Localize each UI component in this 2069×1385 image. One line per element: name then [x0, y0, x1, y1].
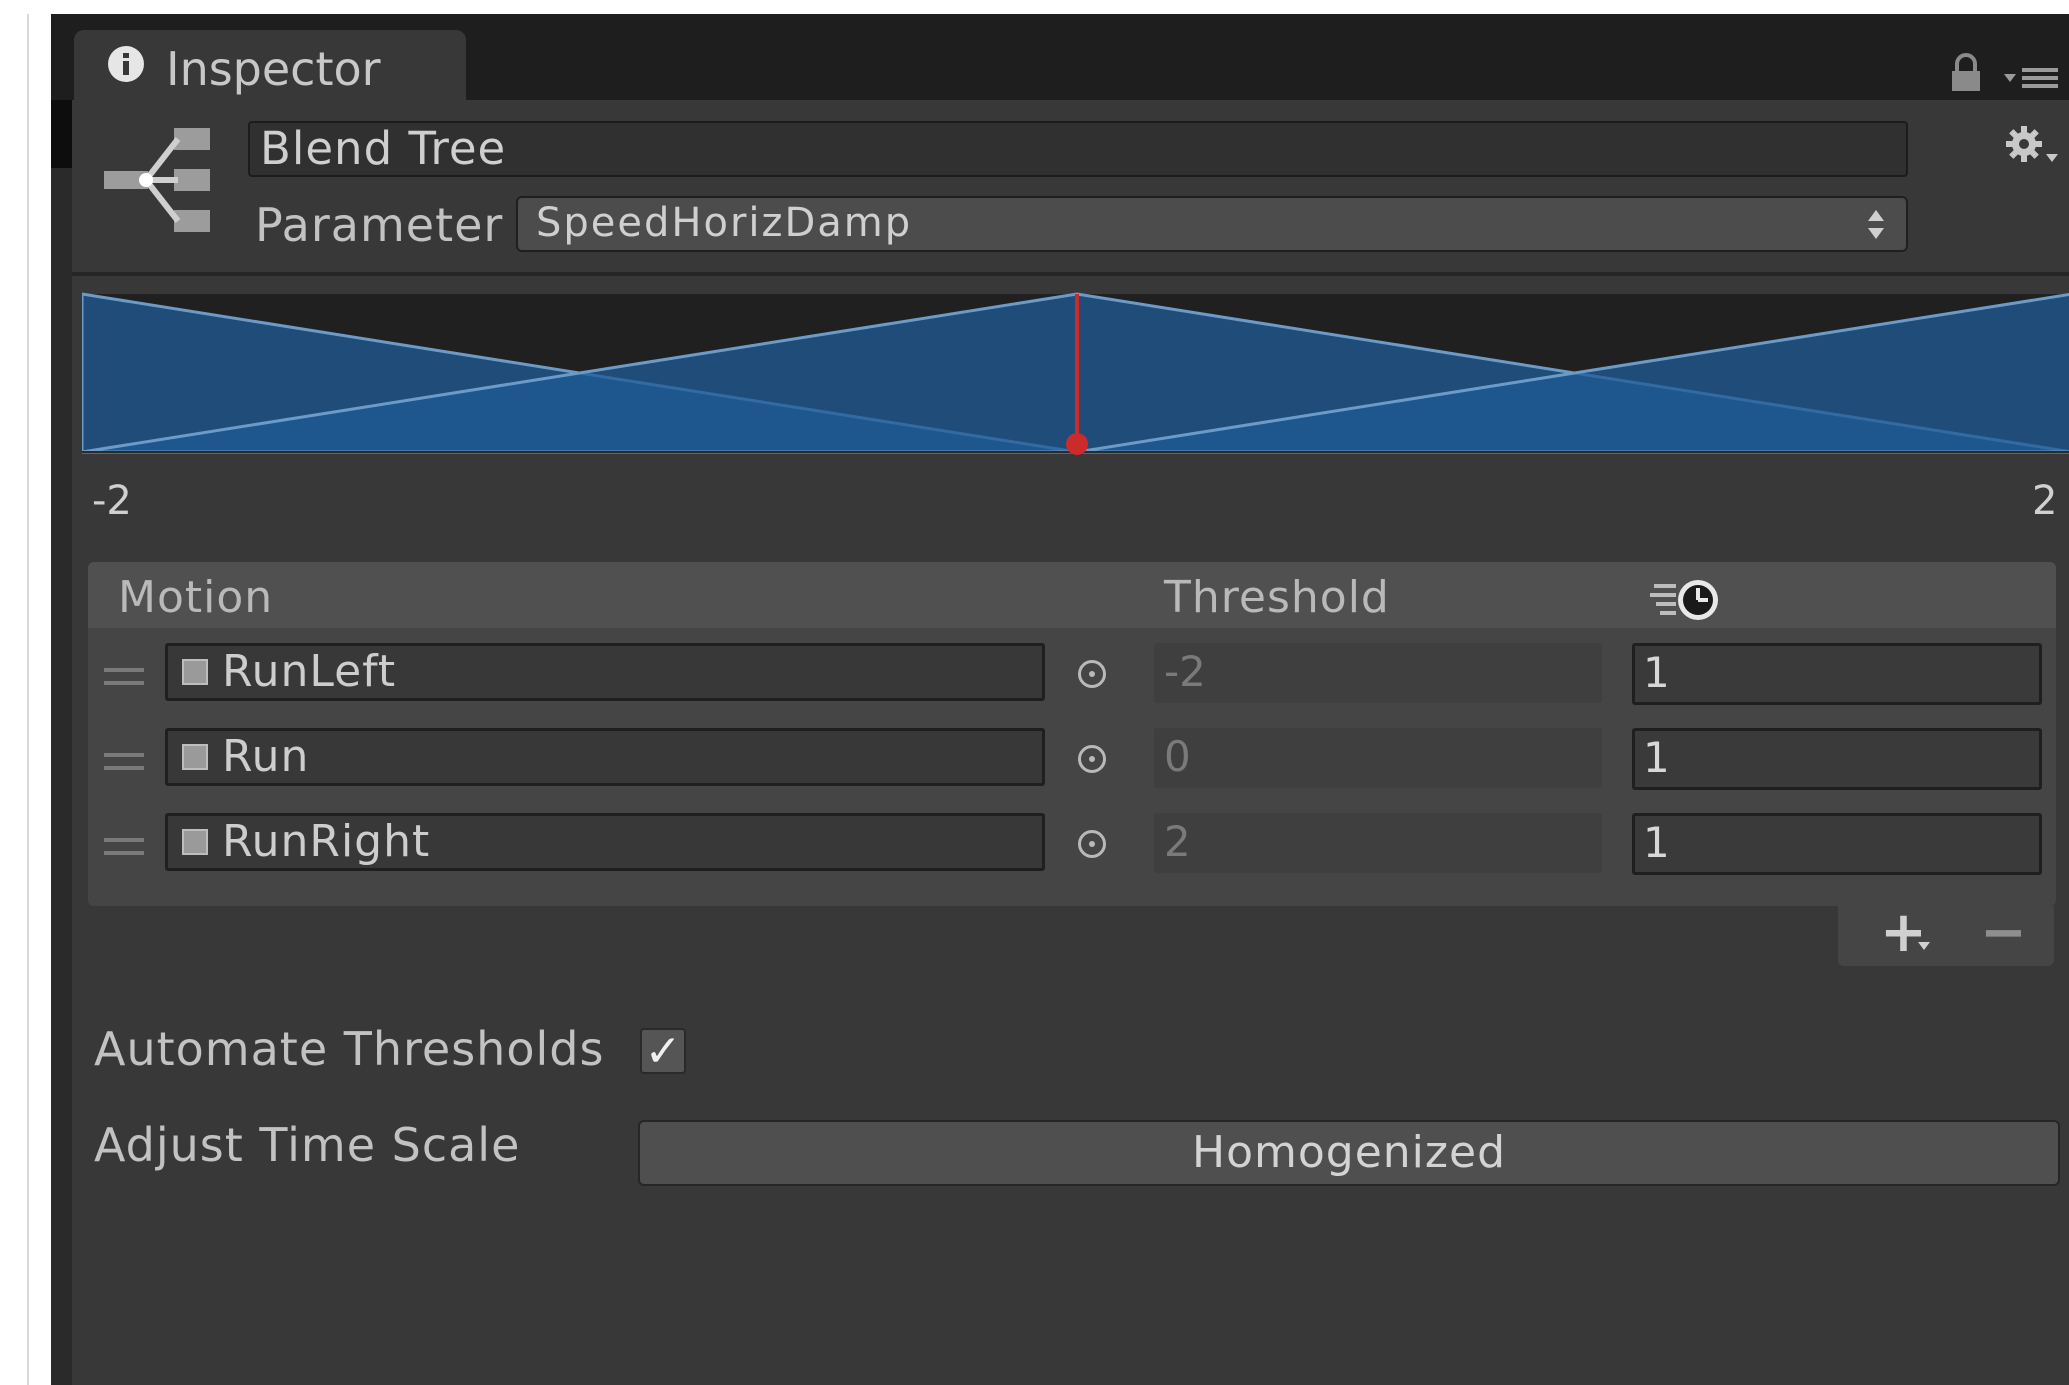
blend-tree-icon	[104, 128, 210, 232]
motion-column-header: Motion	[118, 572, 274, 623]
animation-clip-icon	[182, 744, 208, 770]
threshold-value: -2	[1164, 647, 1206, 696]
motion-list-header	[88, 562, 2056, 628]
motion-field[interactable]: Run	[165, 728, 1045, 786]
list-item[interactable]	[104, 753, 144, 771]
threshold-value: 0	[1164, 732, 1191, 781]
timescale-field[interactable]: 1	[1632, 813, 2042, 875]
context-menu-icon[interactable]	[2004, 62, 2062, 92]
add-dropdown-arrow-icon	[1918, 942, 1930, 950]
dropdown-arrows-icon	[1868, 210, 1884, 239]
adjust-time-scale-label: Adjust Time Scale	[94, 1118, 521, 1172]
panel-edge	[51, 100, 72, 168]
blend-tree-name: Blend Tree	[260, 122, 507, 175]
motion-name: Run	[222, 731, 310, 782]
animation-clip-icon	[182, 829, 208, 855]
timescale-value: 1	[1643, 818, 1670, 867]
parameter-value: SpeedHorizDamp	[536, 200, 913, 246]
timescale-value: 1	[1643, 648, 1670, 697]
motion-field[interactable]: RunRight	[165, 813, 1045, 871]
graph-min-label: -2	[92, 478, 132, 524]
list-item[interactable]	[104, 668, 144, 686]
add-motion-button[interactable]: +	[1880, 900, 1927, 965]
threshold-field: 2	[1154, 813, 1602, 873]
graph-max-label: 2	[2032, 478, 2058, 524]
threshold-column-header: Threshold	[1164, 572, 1390, 623]
list-item[interactable]	[104, 838, 144, 856]
drag-handle-icon[interactable]	[104, 668, 144, 686]
motion-picker-icon[interactable]	[1078, 745, 1106, 773]
list-footer: + −	[1838, 900, 2054, 966]
motion-name: RunLeft	[222, 646, 397, 697]
drag-handle-icon[interactable]	[104, 753, 144, 771]
timescale-field[interactable]: 1	[1632, 643, 2042, 705]
timescale-value: 1	[1643, 733, 1670, 782]
threshold-field: 0	[1154, 728, 1602, 788]
automate-thresholds-checkbox[interactable]: ✓	[640, 1028, 686, 1074]
blend-graph[interactable]	[82, 290, 2069, 460]
lock-icon[interactable]	[1948, 52, 1984, 94]
automate-thresholds-label: Automate Thresholds	[94, 1022, 605, 1076]
motion-name: RunRight	[222, 816, 431, 867]
timescale-field[interactable]: 1	[1632, 728, 2042, 790]
drag-handle-icon[interactable]	[104, 838, 144, 856]
tab-inspector[interactable]: Inspector	[74, 30, 466, 104]
threshold-value: 2	[1164, 817, 1191, 866]
remove-motion-button[interactable]: −	[1980, 900, 2027, 965]
motion-picker-icon[interactable]	[1078, 830, 1106, 858]
window-edge	[27, 14, 29, 1385]
homogenized-button[interactable]: Homogenized	[638, 1120, 2060, 1186]
threshold-field: -2	[1154, 643, 1602, 703]
parameter-label: Parameter	[255, 198, 504, 252]
parameter-marker-handle	[1066, 433, 1088, 455]
tab-label: Inspector	[166, 42, 381, 96]
motion-field[interactable]: RunLeft	[165, 643, 1045, 701]
header-separator	[72, 272, 2069, 276]
animation-clip-icon	[182, 659, 208, 685]
info-icon	[108, 46, 144, 82]
gear-icon[interactable]	[2004, 124, 2060, 170]
motion-picker-icon[interactable]	[1078, 660, 1106, 688]
time-scale-icon	[1650, 580, 1718, 620]
